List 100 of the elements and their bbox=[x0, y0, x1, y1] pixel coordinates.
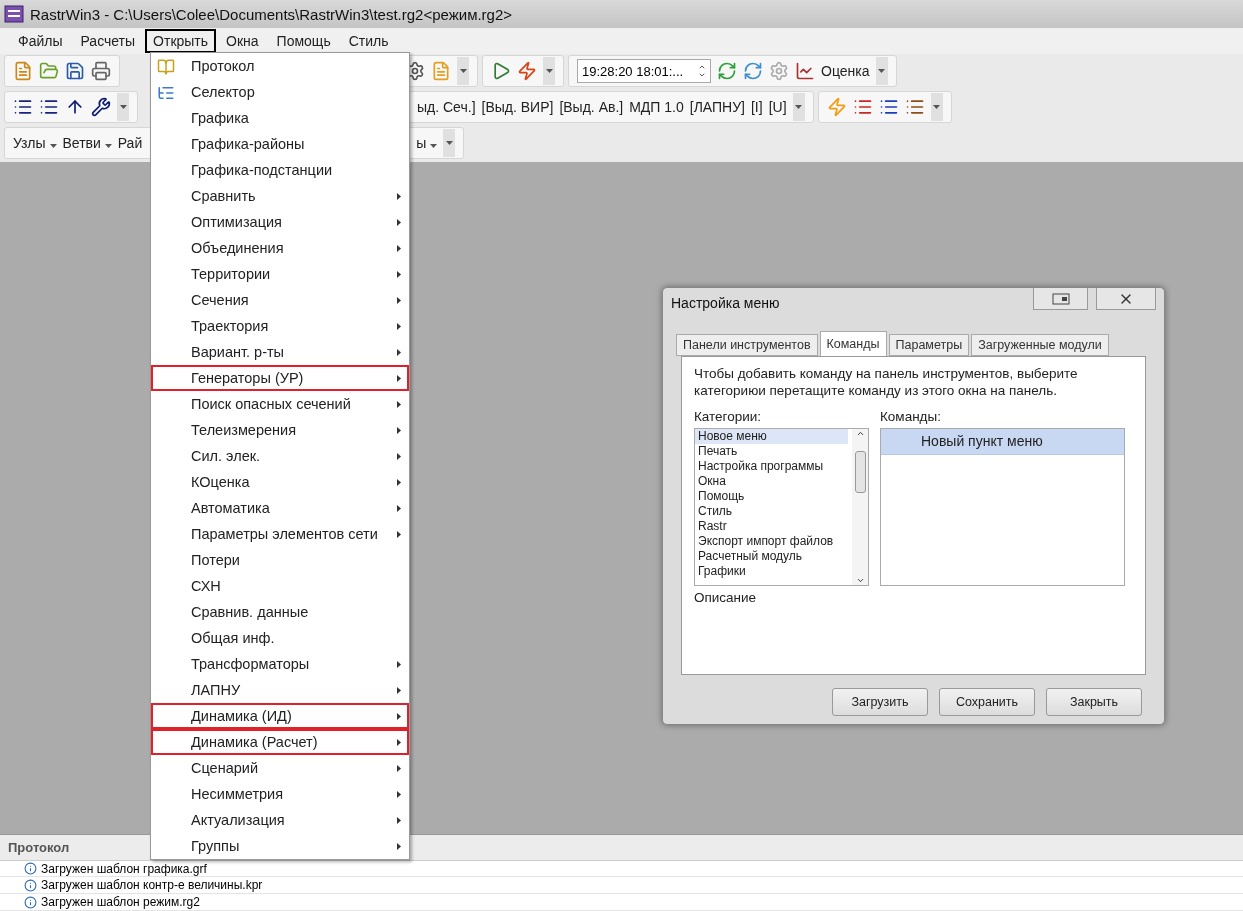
menu-item[interactable]: Общая инф. bbox=[151, 625, 409, 651]
toolbar-button[interactable]: [U] bbox=[768, 99, 787, 115]
info-icon bbox=[24, 862, 37, 876]
dropdown-button[interactable] bbox=[792, 93, 805, 121]
menu-item[interactable]: Вариант. р-ты bbox=[151, 339, 409, 365]
menu-item[interactable]: Объединения bbox=[151, 235, 409, 261]
caret-icon bbox=[545, 69, 553, 73]
menu-item[interactable]: Графика bbox=[151, 105, 409, 131]
menu-item[interactable]: Группы bbox=[151, 833, 409, 859]
submenu-arrow-icon bbox=[397, 400, 401, 408]
print-icon[interactable] bbox=[91, 61, 111, 81]
list-item[interactable]: Настройка программы bbox=[695, 458, 848, 474]
submenu-arrow-icon bbox=[397, 452, 401, 460]
menu-bar-item[interactable]: Стиль bbox=[340, 29, 397, 53]
toolbar-menu[interactable]: Ветви bbox=[62, 135, 112, 151]
menu-item[interactable]: Телеизмерения bbox=[151, 417, 409, 443]
list-item[interactable]: Rastr bbox=[695, 518, 848, 534]
list-item[interactable]: Стиль bbox=[695, 503, 848, 519]
open-folder-icon[interactable] bbox=[39, 61, 59, 81]
list-item[interactable]: Окна bbox=[695, 473, 848, 489]
list-item[interactable]: Графики bbox=[695, 563, 848, 579]
spin-up-icon[interactable] bbox=[698, 63, 706, 71]
menu-item[interactable]: Территории bbox=[151, 261, 409, 287]
toolbar-menu[interactable]: Узлы bbox=[13, 135, 57, 151]
menu-item[interactable]: Поиск опасных сечений bbox=[151, 391, 409, 417]
spin-down-icon[interactable] bbox=[698, 71, 706, 79]
menu-item[interactable]: ЛАПНУ bbox=[151, 677, 409, 703]
toolbar-button[interactable]: [I] bbox=[750, 99, 763, 115]
close-button[interactable] bbox=[1096, 288, 1156, 310]
menu-item[interactable]: Оптимизация bbox=[151, 209, 409, 235]
menu-item[interactable]: Сил. элек. bbox=[151, 443, 409, 469]
new-file-icon[interactable] bbox=[13, 61, 33, 81]
dropdown-button[interactable] bbox=[930, 93, 943, 121]
menu-item[interactable]: Сечения bbox=[151, 287, 409, 313]
list-item[interactable]: Помощь bbox=[695, 488, 848, 504]
menu-item[interactable]: Генераторы (УР) bbox=[151, 365, 409, 391]
menu-bar-item[interactable]: Окна bbox=[218, 29, 267, 53]
menu-item[interactable]: Траектория bbox=[151, 313, 409, 339]
dropdown-button[interactable] bbox=[117, 93, 129, 121]
dialog-button[interactable]: Загрузить bbox=[832, 688, 928, 716]
scrollbar-thumb[interactable] bbox=[854, 450, 866, 493]
time-field[interactable]: 19:28:20 18:01:... bbox=[577, 59, 711, 83]
list-item[interactable]: Печать bbox=[695, 443, 848, 459]
toolbar-button[interactable]: Оценка bbox=[821, 63, 870, 79]
commands-list[interactable]: Новый пункт меню bbox=[880, 427, 1125, 586]
list-icon[interactable] bbox=[13, 97, 33, 117]
menu-bar-item[interactable]: Расчеты bbox=[72, 29, 144, 53]
menu-item[interactable]: Динамика (Расчет) bbox=[151, 729, 409, 755]
caret-icon bbox=[49, 144, 57, 148]
tab[interactable]: Панели инструментов bbox=[676, 333, 818, 356]
toolbar-button[interactable]: [Выд. Ав.] bbox=[559, 99, 624, 115]
app-icon bbox=[4, 5, 24, 23]
menu-bar-item[interactable]: Файлы bbox=[10, 29, 71, 53]
lightning-icon[interactable] bbox=[517, 61, 537, 81]
menu-item[interactable]: Параметры элементов сети bbox=[151, 521, 409, 547]
menu-item[interactable]: Динамика (ИД) bbox=[151, 703, 409, 729]
menu-bar-item[interactable]: Помощь bbox=[268, 29, 339, 53]
submenu-arrow-icon bbox=[397, 712, 401, 720]
dropdown-button[interactable] bbox=[875, 57, 888, 85]
dialog-button[interactable]: Закрыть bbox=[1046, 688, 1142, 716]
menu-item[interactable]: Сравнить bbox=[151, 183, 409, 209]
play-icon[interactable] bbox=[491, 61, 511, 81]
menu-item[interactable]: Сценарий bbox=[151, 755, 409, 781]
tab[interactable]: Команды bbox=[819, 330, 887, 356]
menu-item[interactable]: Протокол bbox=[151, 53, 409, 79]
toolbar-button[interactable]: МДП 1.0 bbox=[629, 99, 684, 115]
menu-item[interactable]: Графика-подстанции bbox=[151, 157, 409, 183]
refresh-icon[interactable] bbox=[717, 61, 737, 81]
dialog-button[interactable]: Сохранить bbox=[939, 688, 1035, 716]
menu-item[interactable]: Трансформаторы bbox=[151, 651, 409, 677]
dropdown-button[interactable] bbox=[543, 57, 555, 85]
toolbar-button[interactable]: ыд. Сеч.] bbox=[417, 99, 476, 115]
toolbar-button[interactable]: [Выд. ВИР] bbox=[481, 99, 554, 115]
menu-item[interactable]: СХН bbox=[151, 573, 409, 599]
list-item[interactable]: Новое меню bbox=[695, 428, 848, 444]
menu-item[interactable]: Сравнив. данные bbox=[151, 599, 409, 625]
menu-item[interactable]: Автоматика bbox=[151, 495, 409, 521]
toolbar-button[interactable]: [ЛАПНУ] bbox=[689, 99, 745, 115]
log-entry: Загружен шаблон режим.rg2 bbox=[41, 895, 200, 910]
toolbar-menu[interactable]: Рай bbox=[117, 135, 143, 151]
menu-item[interactable]: Актуализация bbox=[151, 807, 409, 833]
list-item[interactable]: Экспорт импорт файлов bbox=[695, 533, 848, 549]
menu-item[interactable]: Графика-районы bbox=[151, 131, 409, 157]
menu-item[interactable]: КОценка bbox=[151, 469, 409, 495]
list-item[interactable]: Новый пункт меню bbox=[881, 428, 1124, 455]
categories-list[interactable]: Новое меню Печать Настройка программы Окна Помощь Стиль Rastr Экспорт импорт файлов Расчетный модуль Графики bbox=[694, 427, 869, 586]
tools-icon[interactable] bbox=[91, 97, 111, 117]
dropdown-button[interactable] bbox=[457, 57, 469, 85]
menu-item[interactable]: Селектор bbox=[151, 79, 409, 105]
tab[interactable]: Параметры bbox=[888, 333, 970, 356]
scrollbar[interactable] bbox=[852, 428, 868, 585]
menu-item[interactable]: Потери bbox=[151, 547, 409, 573]
sync-icon[interactable] bbox=[743, 61, 763, 81]
list-item[interactable]: Расчетный модуль bbox=[695, 548, 848, 564]
toolbar-menu[interactable]: ы bbox=[416, 135, 438, 151]
save-icon[interactable] bbox=[65, 61, 85, 81]
tab[interactable]: Загруженные модули bbox=[971, 333, 1109, 356]
chart-icon[interactable] bbox=[795, 61, 815, 81]
dropdown-button[interactable] bbox=[443, 129, 456, 157]
menu-item[interactable]: Несимметрия bbox=[151, 781, 409, 807]
